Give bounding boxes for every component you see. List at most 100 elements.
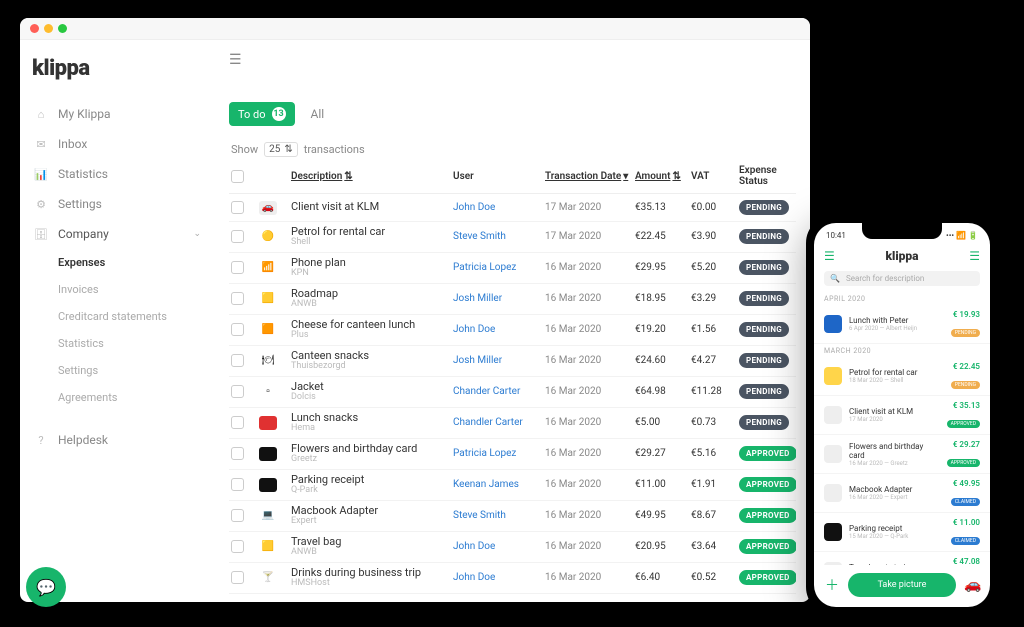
row-user[interactable]: Steve Smith [453,231,539,242]
col-date[interactable]: Transaction Date▾ [545,171,629,182]
table-row[interactable]: Lunch snacksHema Chandler Carter 16 Mar … [229,408,796,439]
filter-all[interactable]: All [305,102,331,126]
sidebar-subitem-invoices[interactable]: Invoices [58,276,215,303]
row-user[interactable]: John Doe [453,572,539,583]
minimize-icon[interactable] [44,24,53,33]
sidebar-subitem-agreements[interactable]: Agreements [58,384,215,411]
row-checkbox[interactable] [231,509,244,522]
row-checkbox[interactable] [231,323,244,336]
row-checkbox[interactable] [231,447,244,460]
sidebar-item-statistics[interactable]: 📊Statistics [20,159,215,189]
phone-notch [862,223,942,239]
phone-list-item[interactable]: Lunch with Peter 6 Apr 2020 — Albert Hei… [814,305,990,344]
row-user[interactable]: John Doe [453,541,539,552]
sidebar-item-settings[interactable]: ⚙Settings [20,189,215,219]
table-row[interactable]: 🍸 Drinks during business tripHMSHost Joh… [229,563,796,594]
merchant-icon [824,445,842,463]
phone-item-value: € 11.00 [951,518,980,527]
phone-list-item[interactable]: Macbook Adapter 16 Mar 2020 — Expert € 4… [814,474,990,513]
sidebar-subitem-creditcard-statements[interactable]: Creditcard statements [58,303,215,330]
chat-fab[interactable]: 💬 [26,567,66,607]
close-icon[interactable] [30,24,39,33]
phone-item-title: Lunch with Peter [849,316,944,325]
help-icon: ? [34,434,48,447]
nav-icon: 📊 [34,168,48,181]
table-row[interactable]: Flowers and birthday cardGreetz Patricia… [229,439,796,470]
sidebar-item-company[interactable]: 🗄Company⌄ [20,219,215,249]
hamburger-icon[interactable]: ☰ [229,52,242,68]
sidebar-item-label: Settings [58,197,102,211]
row-user[interactable]: Josh Miller [453,293,539,304]
table-row[interactable]: 🚗 Client visit at KLM John Doe 17 Mar 20… [229,194,796,222]
table-row[interactable]: Parking receiptQ-Park Keenan James 16 Ma… [229,470,796,501]
row-user[interactable]: Chander Carter [453,386,539,397]
row-user[interactable]: John Doe [453,202,539,213]
page-size-select[interactable]: 25⇅ [264,142,298,157]
row-date: 16 Mar 2020 [545,510,629,521]
sidebar-item-inbox[interactable]: ✉Inbox [20,129,215,159]
merchant-icon [259,478,277,492]
row-vat: €3.90 [691,231,733,242]
sidebar-subitem-expenses[interactable]: Expenses [58,249,215,276]
sidebar-item-label: Helpdesk [58,433,108,447]
table-row[interactable]: 📶 Phone planKPN Patricia Lopez 16 Mar 20… [229,253,796,284]
row-date: 16 Mar 2020 [545,355,629,366]
row-user[interactable]: Josh Miller [453,355,539,366]
row-user[interactable]: Patricia Lopez [453,262,539,273]
sidebar-item-my-klippa[interactable]: ⌂My Klippa [20,99,215,129]
filter-todo[interactable]: To do 13 [229,102,295,126]
row-user[interactable]: John Doe [453,324,539,335]
phone-item-subtitle: 17 Mar 2020 [849,416,940,423]
phone-item-subtitle: 15 Mar 2020 — Q-Park [849,533,944,540]
row-user[interactable]: Patricia Lopez [453,448,539,459]
row-user[interactable]: Keenan James [453,479,539,490]
col-user[interactable]: User [453,171,539,182]
row-user[interactable]: Chandler Carter [453,417,539,428]
row-checkbox[interactable] [231,385,244,398]
phone-list-item[interactable]: Petrol for rental car 18 Mar 2020 — Shel… [814,357,990,396]
row-checkbox[interactable] [231,416,244,429]
sidebar-subitem-settings[interactable]: Settings [58,357,215,384]
table-row[interactable]: 🟡 Petrol for rental carShell Steve Smith… [229,222,796,253]
phone-list-item[interactable]: Parking receipt 15 Mar 2020 — Q-Park € 1… [814,513,990,552]
maximize-icon[interactable] [58,24,67,33]
col-amount[interactable]: Amount⇅ [635,171,685,182]
phone-search[interactable]: 🔍 Search for description [824,271,980,286]
col-description[interactable]: Description⇅ [291,171,447,182]
phone-car-icon[interactable]: 🚗 [964,577,980,593]
phone-item-title: Flowers and birthday card [849,442,940,460]
col-status[interactable]: Expense Status [739,165,796,187]
sort-desc-icon: ▾ [623,171,628,182]
row-title: Phone plan [291,257,447,269]
col-vat[interactable]: VAT [691,171,733,182]
phone-item-title: Client visit at KLM [849,407,940,416]
row-amount: €5.00 [635,417,685,428]
row-amount: €24.60 [635,355,685,366]
row-date: 16 Mar 2020 [545,386,629,397]
row-checkbox[interactable] [231,292,244,305]
table-row[interactable]: 💻 Macbook AdapterExpert Steve Smith 16 M… [229,501,796,532]
sidebar-subitem-statistics[interactable]: Statistics [58,330,215,357]
row-checkbox[interactable] [231,354,244,367]
row-checkbox[interactable] [231,571,244,584]
row-checkbox[interactable] [231,540,244,553]
phone-list-item[interactable]: Travel costs train 14 Mar 2020 — NS Reiz… [814,552,990,565]
table-row[interactable]: 🟨 RoadmapANWB Josh Miller 16 Mar 2020 €1… [229,284,796,315]
table-row[interactable]: 🍽 Canteen snacksThuisbezorgd Josh Miller… [229,346,796,377]
select-all-checkbox[interactable] [231,170,244,183]
row-checkbox[interactable] [231,230,244,243]
phone-add-icon[interactable]: ＋ [824,575,840,595]
row-checkbox[interactable] [231,261,244,274]
phone-list-item[interactable]: Client visit at KLM 17 Mar 2020 € 35.13 … [814,396,990,435]
take-picture-button[interactable]: Take picture [848,573,956,597]
phone-menu-icon[interactable]: ☰ [824,249,835,263]
row-checkbox[interactable] [231,201,244,214]
row-user[interactable]: Steve Smith [453,510,539,521]
phone-menu-icon-right[interactable]: ☰ [969,249,980,263]
row-checkbox[interactable] [231,478,244,491]
table-row[interactable]: 🟧 Cheese for canteen lunchPlus John Doe … [229,315,796,346]
sidebar-item-helpdesk[interactable]: ? Helpdesk [20,425,215,455]
phone-list-item[interactable]: Flowers and birthday card 16 Mar 2020 — … [814,435,990,474]
table-row[interactable]: ▫ JacketDolcis Chander Carter 16 Mar 202… [229,377,796,408]
table-row[interactable]: 🟨 Travel bagANWB John Doe 16 Mar 2020 €2… [229,532,796,563]
